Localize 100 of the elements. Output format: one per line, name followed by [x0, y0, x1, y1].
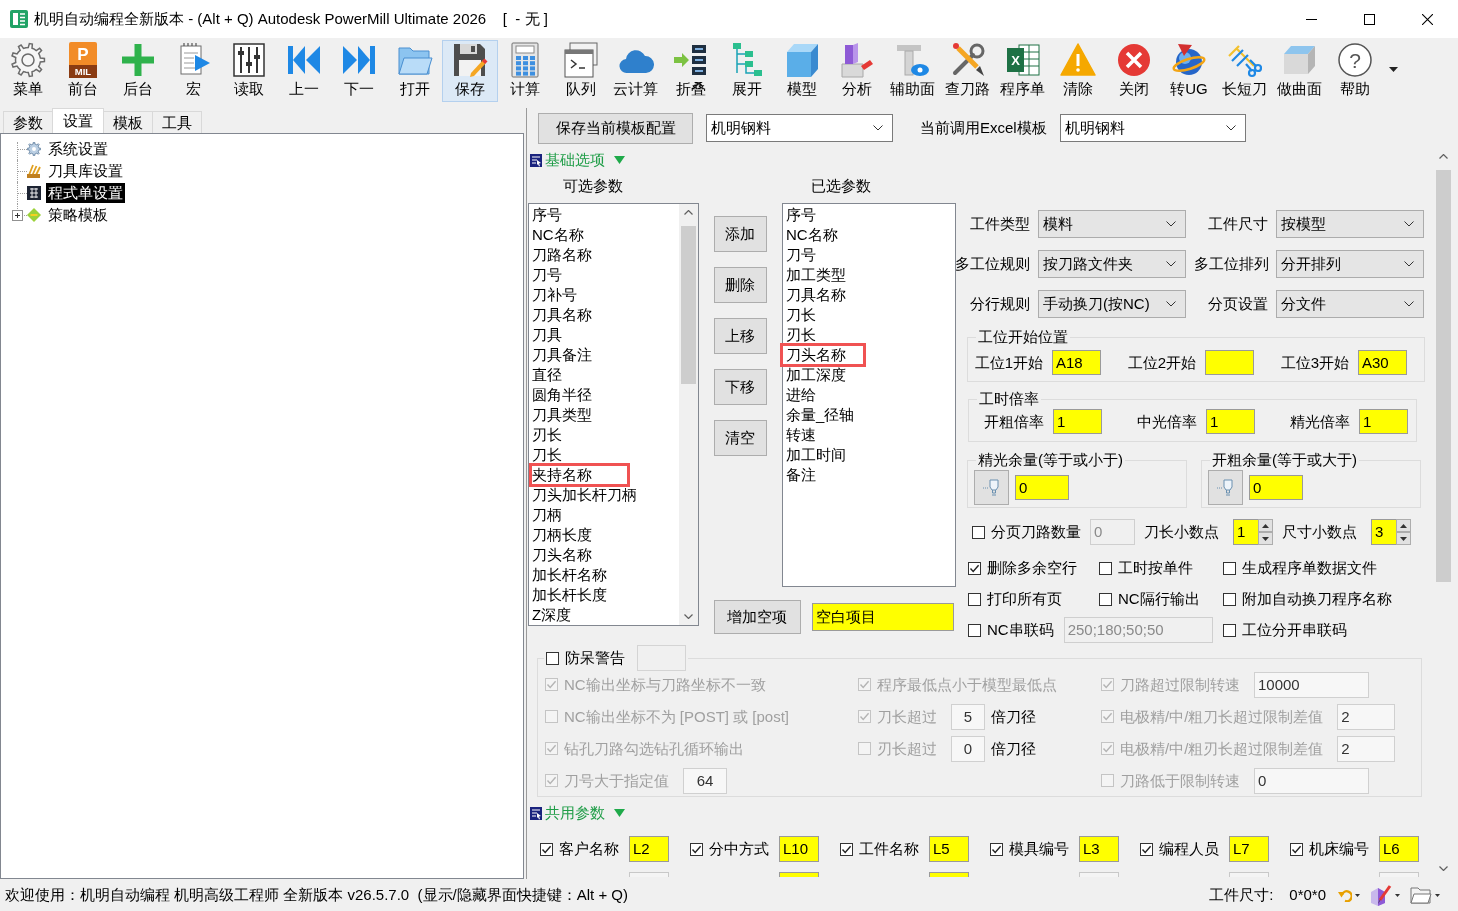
input-field[interactable]: 0: [951, 735, 985, 762]
caret-icon[interactable]: [1435, 893, 1440, 897]
input-field[interactable]: 空白项目: [811, 603, 954, 631]
dropdown[interactable]: 机明钢料: [706, 114, 893, 142]
caret-icon[interactable]: [1389, 67, 1399, 72]
caret-icon[interactable]: [1395, 893, 1400, 897]
list-item[interactable]: 加工时间: [783, 445, 955, 465]
input-field[interactable]: 1: [1359, 409, 1408, 434]
list-action-button[interactable]: 下移: [713, 369, 767, 405]
dropdown[interactable]: 手动换刀(按NC): [1038, 290, 1186, 318]
list-item[interactable]: 刀具: [529, 325, 679, 345]
toolbar-button[interactable]: 辅助面: [884, 40, 941, 102]
input-field[interactable]: A18: [1052, 350, 1101, 375]
dropdown[interactable]: 按刀路文件夹: [1038, 250, 1186, 278]
list-item[interactable]: 直径: [529, 365, 679, 385]
list-action-button[interactable]: 上移: [713, 318, 767, 354]
spin-down-button[interactable]: [1258, 532, 1273, 545]
list-item[interactable]: 刀长: [783, 305, 955, 325]
spin-down-button[interactable]: [1396, 532, 1411, 545]
list-item[interactable]: 刀路名称: [529, 245, 679, 265]
toolbar-button[interactable]: 分析: [829, 40, 885, 102]
dropdown[interactable]: 分开排列: [1276, 250, 1424, 278]
list-action-button[interactable]: 删除: [713, 267, 767, 303]
checkbox[interactable]: [972, 525, 985, 539]
probe-button[interactable]: [974, 470, 1009, 505]
checkbox[interactable]: [540, 842, 553, 856]
toolbar-button[interactable]: 后台: [110, 40, 166, 102]
checkbox[interactable]: [968, 623, 981, 637]
input-field[interactable]: 2: [1337, 703, 1396, 730]
toolbar-button[interactable]: ? 帮助: [1327, 40, 1383, 102]
input-field[interactable]: L6: [1379, 836, 1419, 862]
toolbar-button[interactable]: 菜单: [0, 40, 56, 102]
input-field[interactable]: [1379, 872, 1419, 877]
spin-up-button[interactable]: [1258, 519, 1273, 532]
list-item[interactable]: 圆角半径: [529, 385, 679, 405]
list-item[interactable]: 刀头加长杆刀柄: [529, 485, 679, 505]
input-field[interactable]: 0: [1249, 475, 1303, 500]
dropdown[interactable]: 机明钢料: [1059, 114, 1246, 142]
checkbox[interactable]: [968, 592, 981, 606]
checkbox[interactable]: [1099, 561, 1112, 575]
input-field[interactable]: 1: [1053, 409, 1102, 434]
dropdown[interactable]: 分文件: [1276, 290, 1424, 318]
scrollbar[interactable]: [679, 204, 698, 625]
probe-button[interactable]: [1208, 470, 1243, 505]
input-field[interactable]: 0: [1254, 767, 1369, 794]
toolbar-button[interactable]: 关闭: [1105, 40, 1162, 102]
list-item[interactable]: 加工深度: [783, 365, 955, 385]
tree-item[interactable]: 程式单设置: [46, 183, 125, 203]
caret-icon[interactable]: [1355, 893, 1360, 897]
checkbox[interactable]: [990, 842, 1003, 856]
dropdown[interactable]: 按模型: [1276, 210, 1424, 238]
tab[interactable]: 工具: [152, 111, 202, 133]
toolbar-button[interactable]: 保存: [442, 40, 498, 102]
toolbar-button[interactable]: 做曲面: [1271, 40, 1328, 102]
list-item[interactable]: 备注: [783, 465, 955, 485]
input-field[interactable]: L7: [1229, 836, 1269, 862]
checkbox[interactable]: [546, 651, 559, 665]
input-field[interactable]: 1: [1206, 409, 1255, 434]
input-field[interactable]: [1205, 350, 1254, 375]
tab[interactable]: 设置: [52, 108, 104, 133]
spin-up-button[interactable]: [1396, 519, 1411, 532]
list-item[interactable]: 序号: [529, 205, 679, 225]
list-item[interactable]: 转速: [783, 425, 955, 445]
input-field[interactable]: 3: [1371, 519, 1396, 545]
expand-icon[interactable]: [12, 210, 23, 221]
toolbar-button[interactable]: 云计算: [608, 40, 664, 102]
tab[interactable]: 参数: [3, 111, 53, 133]
tree-item[interactable]: 系统设置: [46, 139, 110, 159]
list-item[interactable]: 序号: [783, 205, 955, 225]
toolbar-button[interactable]: 读取: [221, 40, 277, 102]
checkbox[interactable]: [840, 842, 853, 856]
input-field[interactable]: 1: [1233, 519, 1258, 545]
toolbar-button[interactable]: 清除: [1050, 40, 1106, 102]
list-item[interactable]: 刀补号: [529, 285, 679, 305]
tree-item[interactable]: 刀具库设置: [46, 161, 125, 181]
toolbar-button[interactable]: 模型: [774, 40, 830, 102]
list-action-button[interactable]: 清空: [713, 420, 767, 456]
list-item[interactable]: 刀具类型: [529, 405, 679, 425]
tree-item[interactable]: 策略模板: [46, 205, 110, 225]
list-item[interactable]: 夹持名称: [529, 463, 630, 487]
input-field[interactable]: L2: [629, 836, 669, 862]
input-field[interactable]: [1079, 872, 1119, 877]
toolbar-button[interactable]: 队列: [552, 40, 609, 102]
toolbar-button[interactable]: P MIL 前台: [55, 40, 111, 102]
scroll-thumb[interactable]: [681, 226, 696, 384]
checkbox[interactable]: [968, 561, 981, 575]
list-item[interactable]: 进给: [783, 385, 955, 405]
input-field[interactable]: A30: [1358, 350, 1407, 375]
list-item[interactable]: 余量_径轴: [783, 405, 955, 425]
list-item[interactable]: 刀具名称: [529, 305, 679, 325]
list-item[interactable]: 刀具备注: [529, 345, 679, 365]
list-item[interactable]: 刀具名称: [783, 285, 955, 305]
input-field[interactable]: [1229, 872, 1269, 877]
list-item[interactable]: NC名称: [783, 225, 955, 245]
input-field[interactable]: [629, 872, 669, 877]
list-action-button[interactable]: 添加: [713, 216, 767, 252]
list-item[interactable]: 刃长: [783, 325, 955, 345]
toolbar-button[interactable]: 长短刀: [1216, 40, 1272, 102]
list-item[interactable]: 刀长: [529, 445, 679, 465]
cube-pencil-icon[interactable]: [1370, 884, 1392, 906]
